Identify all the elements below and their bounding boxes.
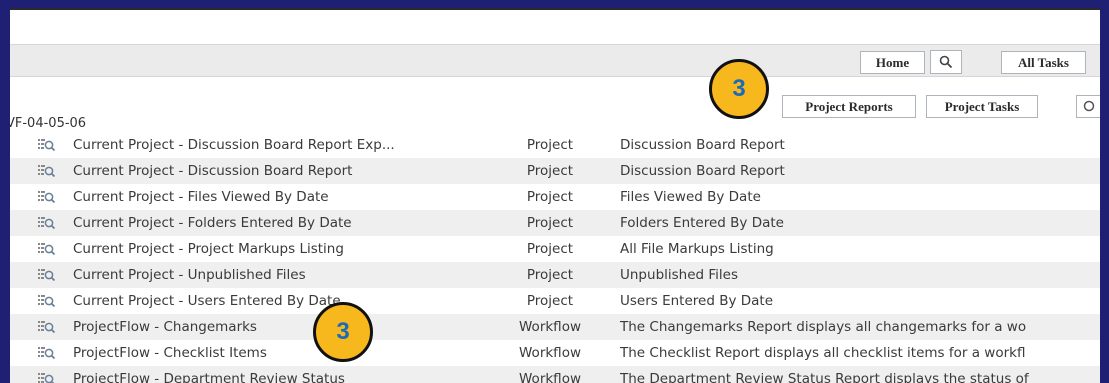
callout-badge: 3 — [709, 59, 769, 119]
report-row[interactable]: ProjectFlow - Changemarks Workflow The Cha… — [10, 314, 1100, 340]
report-name[interactable]: Current Project - Discussion Board Repor… — [73, 137, 395, 153]
project-tasks-button[interactable]: Project Tasks — [926, 95, 1038, 118]
callout-badge: 3 — [313, 302, 373, 362]
report-name[interactable]: Current Project - Project Markups Listin… — [73, 241, 344, 257]
report-description: The Department Review Status Report disp… — [620, 371, 1029, 383]
report-type: Project — [526, 267, 574, 283]
report-type: Workflow — [519, 371, 581, 383]
report-row[interactable]: Current Project - Folders Entered By Dat… — [10, 210, 1100, 236]
report-name[interactable]: Current Project - Folders Entered By Dat… — [73, 215, 352, 231]
report-search-icon[interactable] — [38, 138, 56, 152]
report-search-icon[interactable] — [38, 294, 56, 308]
report-name[interactable]: Current Project - Users Entered By Date — [73, 293, 341, 309]
report-type: Workflow — [519, 345, 581, 361]
report-type: Project — [526, 163, 574, 179]
report-row[interactable]: Current Project - Unpublished Files Proje… — [10, 262, 1100, 288]
report-description: Discussion Board Report — [620, 137, 785, 153]
search-toggle-button[interactable] — [1076, 95, 1100, 118]
report-name[interactable]: ProjectFlow - Changemarks — [73, 319, 257, 335]
report-name[interactable]: Current Project - Discussion Board Repor… — [73, 163, 352, 179]
report-row[interactable]: Current Project - Discussion Board Repor… — [10, 132, 1100, 158]
report-row[interactable]: ProjectFlow - Checklist Items Workflow The… — [10, 340, 1100, 366]
report-search-icon[interactable] — [38, 346, 56, 360]
report-search-icon[interactable] — [38, 164, 56, 178]
report-type: Project — [526, 241, 574, 257]
report-description: Folders Entered By Date — [620, 215, 784, 231]
report-description: Users Entered By Date — [620, 293, 774, 309]
search-icon — [939, 55, 953, 69]
search-icon — [1083, 100, 1095, 111]
report-search-icon[interactable] — [38, 242, 56, 256]
report-type: Project — [526, 137, 574, 153]
report-search-icon[interactable] — [38, 190, 56, 204]
report-search-icon[interactable] — [38, 372, 56, 383]
report-name[interactable]: ProjectFlow - Checklist Items — [73, 345, 267, 361]
home-button[interactable]: Home — [860, 51, 925, 74]
report-row[interactable]: Current Project - Discussion Board Repor… — [10, 158, 1100, 184]
report-type: Project — [526, 293, 574, 309]
report-name[interactable]: Current Project - Unpublished Files — [73, 267, 306, 283]
report-row[interactable]: ProjectFlow - Department Review Status Wo… — [10, 366, 1100, 383]
group-label: VF-04-05-06 — [10, 116, 87, 131]
report-row[interactable]: Current Project - Project Markups Listin… — [10, 236, 1100, 262]
report-row[interactable]: Current Project - Users Entered By Date P… — [10, 288, 1100, 314]
report-search-icon[interactable] — [38, 268, 56, 282]
app-window: Home All Tasks Project Reports Project T… — [10, 8, 1100, 383]
report-description: Unpublished Files — [620, 267, 739, 283]
outer-frame: Home All Tasks Project Reports Project T… — [0, 0, 1109, 383]
report-description: All File Markups Listing — [620, 241, 774, 257]
top-bar — [10, 8, 1100, 44]
report-search-icon[interactable] — [38, 320, 56, 334]
report-search-icon[interactable] — [38, 216, 56, 230]
report-type: Project — [526, 215, 574, 231]
all-tasks-button[interactable]: All Tasks — [1001, 51, 1086, 74]
nav-bar: Home All Tasks — [10, 44, 1100, 77]
report-name[interactable]: ProjectFlow - Department Review Status — [73, 371, 345, 383]
search-button[interactable] — [930, 50, 962, 74]
report-name[interactable]: Current Project - Files Viewed By Date — [73, 189, 329, 205]
report-description: Files Viewed By Date — [620, 189, 761, 205]
report-row[interactable]: Current Project - Files Viewed By Date Pr… — [10, 184, 1100, 210]
report-toolbar: Project Reports Project Tasks — [10, 77, 1100, 118]
report-type: Project — [526, 189, 574, 205]
project-reports-button[interactable]: Project Reports — [782, 95, 916, 118]
report-description: The Changemarks Report displays all chan… — [620, 319, 1027, 335]
report-description: Discussion Board Report — [620, 163, 785, 179]
report-description: The Checklist Report displays all checkl… — [620, 345, 1026, 361]
report-type: Workflow — [519, 319, 581, 335]
